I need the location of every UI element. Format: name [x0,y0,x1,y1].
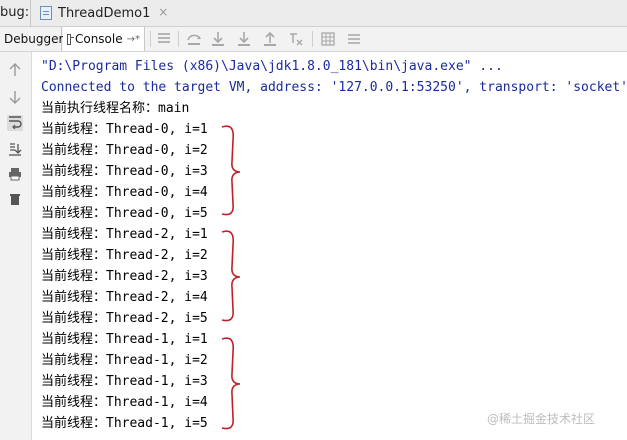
close-tab-icon[interactable]: × [158,5,168,19]
output-line: 当前线程：Thread-2, i=3 [41,269,208,284]
step-out-icon[interactable] [262,31,278,47]
console-output[interactable]: "D:\Program Files (x86)\Java\jdk1.8.0_18… [41,56,627,440]
step-over-icon[interactable] [186,31,202,47]
output-line: 当前线程：Thread-0, i=4 [41,185,208,200]
debug-tool-label[interactable]: bug: [0,5,29,20]
output-line: 当前线程：Thread-0, i=5 [41,206,208,221]
toolbar-divider [312,31,313,47]
soft-wrap-icon[interactable] [7,115,23,131]
output-line: 当前执行线程名称：main [41,101,190,116]
evaluate-expression-icon[interactable] [320,31,336,47]
scroll-up-icon[interactable] [7,63,23,79]
scroll-to-end-icon[interactable] [7,142,23,158]
tab-debugger-label: Debugger [4,32,64,46]
output-line: 当前线程：Thread-0, i=3 [41,164,208,179]
debug-toolbar: Debugger Console →* [0,27,627,52]
tab-separator [30,0,31,26]
step-into-icon[interactable] [210,31,226,47]
output-line: 当前线程：Thread-1, i=1 [41,332,208,347]
clear-all-icon[interactable] [7,192,23,208]
output-line: 当前线程：Thread-2, i=5 [41,311,208,326]
restore-layout-icon[interactable] [346,31,362,47]
toolbar-divider [150,31,151,47]
java-file-icon [40,6,52,20]
print-icon[interactable] [7,167,23,183]
tab-console[interactable]: Console →* [63,27,145,51]
output-line: 当前线程：Thread-2, i=4 [41,290,208,305]
force-step-into-icon[interactable] [236,31,252,47]
output-line: 当前线程：Thread-1, i=3 [41,374,208,389]
output-line: 当前线程：Thread-0, i=1 [41,122,208,137]
output-line: 当前线程：Thread-2, i=1 [41,227,208,242]
file-tab-threaddemo1[interactable]: ThreadDemo1 × [36,0,172,26]
command-line: "D:\Program Files (x86)\Java\jdk1.8.0_18… [41,59,503,74]
watermark: @稀土掘金技术社区 [487,412,596,426]
layout-menu-icon[interactable] [156,31,172,47]
console-side-toolbar [0,52,32,440]
console-icon [67,33,74,45]
scroll-down-icon[interactable] [7,90,23,106]
run-to-cursor-icon[interactable] [288,31,304,47]
tab-console-label: Console [74,32,123,46]
output-line: 当前线程：Thread-0, i=2 [41,143,208,158]
vm-connect-line: Connected to the target VM, address: '12… [41,80,627,95]
toolbar-divider [178,31,179,47]
file-tab-label: ThreadDemo1 [58,5,151,21]
editor-tab-bar: bug: ThreadDemo1 × [0,0,627,27]
output-line: 当前线程：Thread-1, i=2 [41,353,208,368]
console-pin-icon[interactable]: →* [127,34,140,45]
tab-debugger[interactable]: Debugger [0,27,64,51]
output-line: 当前线程：Thread-2, i=2 [41,248,208,263]
